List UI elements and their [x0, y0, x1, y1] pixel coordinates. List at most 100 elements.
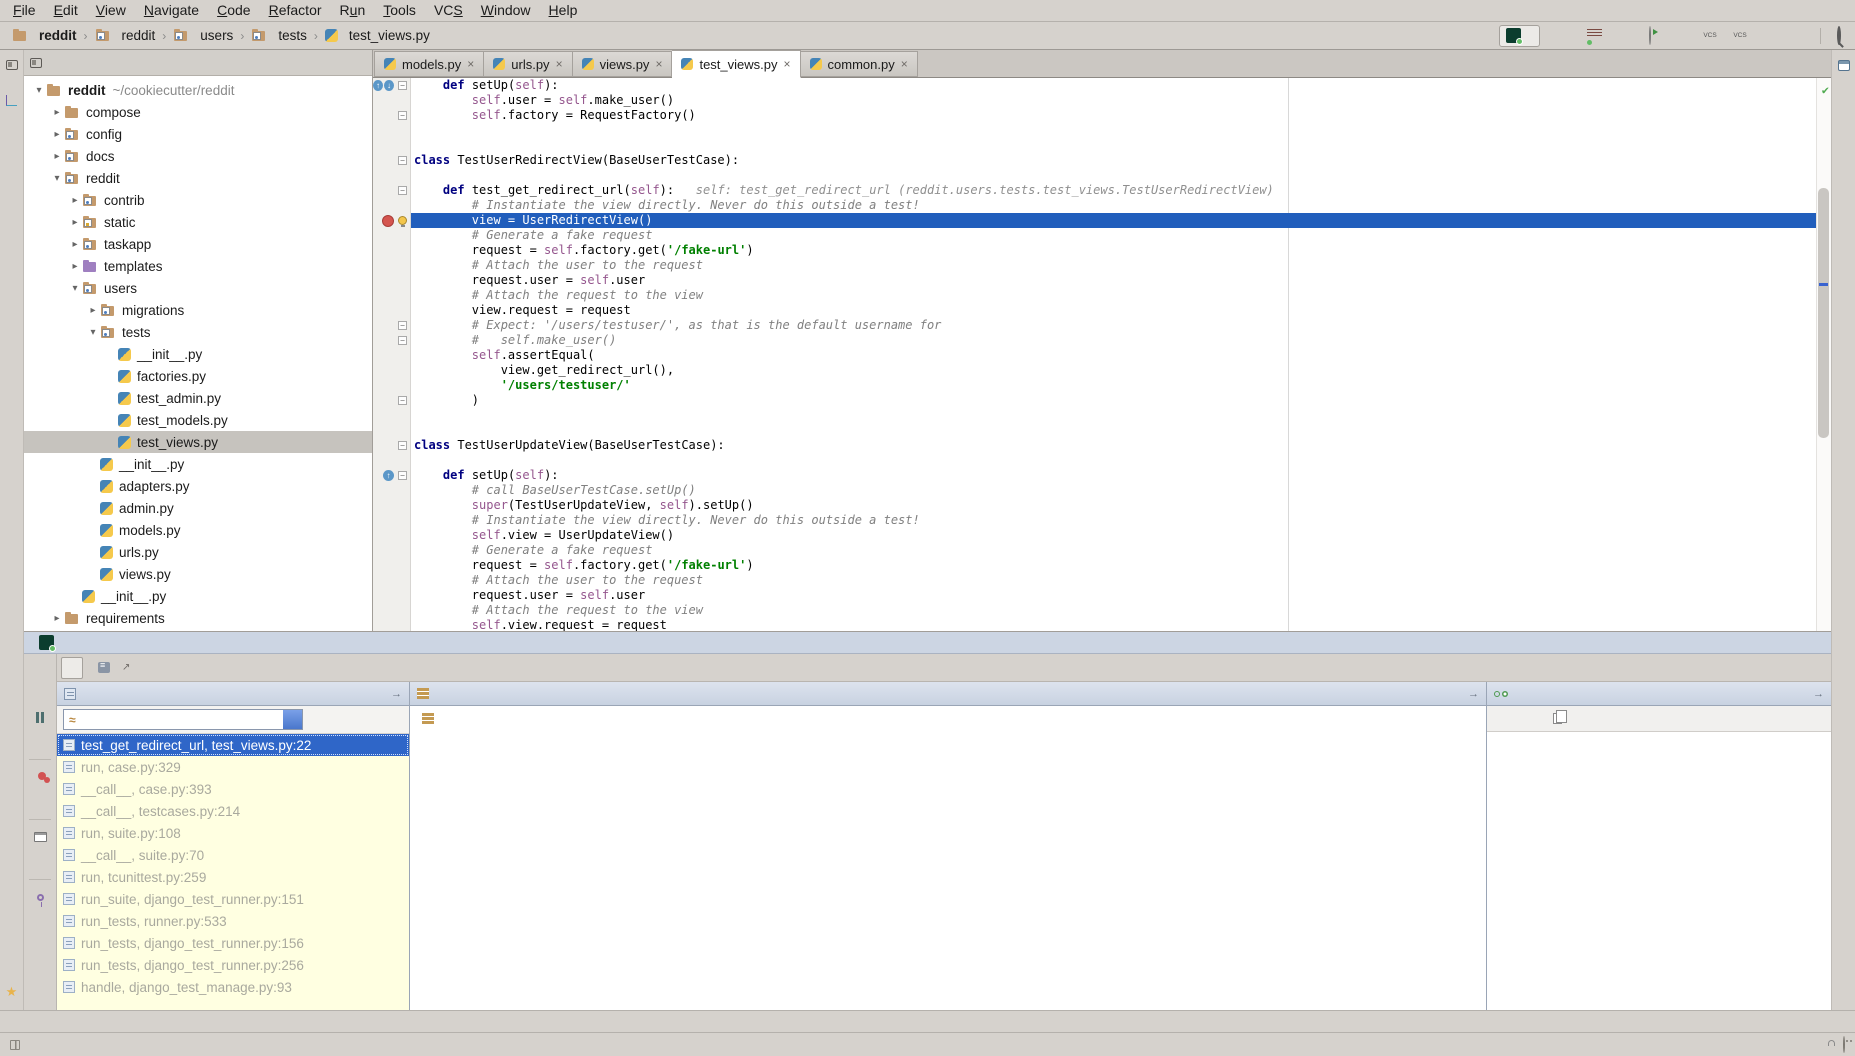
- gutter-marks[interactable]: [373, 138, 395, 153]
- gutter-marks[interactable]: [373, 543, 395, 558]
- tree-item-reddit[interactable]: ▾reddit~/cookiecutter/reddit: [24, 79, 372, 101]
- gutter-fold[interactable]: [395, 513, 411, 528]
- resume-icon[interactable]: [32, 684, 48, 700]
- gutter-fold[interactable]: −: [395, 393, 411, 408]
- vcs-commit-button[interactable]: VCS: [1730, 33, 1750, 39]
- fold-collapse-icon[interactable]: −: [398, 441, 407, 450]
- gutter-fold[interactable]: [395, 258, 411, 273]
- gutter-fold[interactable]: [395, 363, 411, 378]
- tree-item-users[interactable]: ▾users: [24, 277, 372, 299]
- sidebar-item-database[interactable]: [1838, 50, 1850, 86]
- close-tab-icon[interactable]: ×: [655, 57, 662, 71]
- copy-icon[interactable]: [1553, 713, 1562, 724]
- gutter-fold[interactable]: −: [395, 78, 411, 93]
- gutter-fold[interactable]: [395, 303, 411, 318]
- menu-run[interactable]: Run: [331, 0, 375, 21]
- debug-button[interactable]: [1580, 28, 1600, 44]
- toolwindow-toggle-icon[interactable]: [10, 1040, 20, 1050]
- code-line[interactable]: view = UserRedirectView(): [373, 213, 1831, 228]
- float-panel-icon[interactable]: →: [1468, 688, 1479, 700]
- tree-item-__init__.py[interactable]: __init__.py: [24, 343, 372, 365]
- gutter-fold[interactable]: [395, 243, 411, 258]
- gutter-marks[interactable]: ↑↓: [373, 78, 395, 93]
- editor-tab-models.py[interactable]: models.py×: [374, 51, 484, 77]
- gutter-marks[interactable]: [373, 483, 395, 498]
- gutter-marks[interactable]: [373, 603, 395, 618]
- variable-row[interactable]: [410, 706, 1486, 730]
- gutter-fold[interactable]: −: [395, 318, 411, 333]
- settings-gear-icon[interactable]: [32, 854, 48, 870]
- gutter-fold[interactable]: [395, 288, 411, 303]
- sidebar-item-project[interactable]: [6, 50, 18, 85]
- breadcrumb-item[interactable]: reddit: [91, 27, 160, 44]
- gutter-marks[interactable]: [373, 318, 395, 333]
- execution-stripe-mark[interactable]: [1819, 283, 1828, 286]
- tree-item-__init__.py[interactable]: __init__.py: [24, 585, 372, 607]
- gutter-marks[interactable]: [373, 348, 395, 363]
- breadcrumb-item[interactable]: reddit: [8, 27, 81, 44]
- tree-item-test_admin.py[interactable]: test_admin.py: [24, 387, 372, 409]
- tree-item-test_models.py[interactable]: test_models.py: [24, 409, 372, 431]
- gutter-fold[interactable]: [395, 138, 411, 153]
- frame-row[interactable]: run, case.py:329: [57, 756, 409, 778]
- menu-code[interactable]: Code: [208, 0, 259, 21]
- gutter-fold[interactable]: −: [395, 468, 411, 483]
- frame-row[interactable]: run_tests, runner.py:533: [57, 910, 409, 932]
- editor-tab-urls.py[interactable]: urls.py×: [484, 51, 572, 77]
- gutter-marks[interactable]: [373, 213, 395, 228]
- gutter-marks[interactable]: [373, 123, 395, 138]
- breadcrumb-item[interactable]: test_views.py: [321, 27, 434, 44]
- fold-collapse-icon[interactable]: −: [398, 321, 407, 330]
- sidebar-item-favorites[interactable]: ★: [6, 969, 18, 1010]
- menu-view[interactable]: View: [87, 0, 135, 21]
- view-breakpoints-icon[interactable]: [32, 769, 48, 785]
- frame-row[interactable]: __call__, case.py:393: [57, 778, 409, 800]
- float-panel-icon[interactable]: →: [391, 688, 402, 700]
- menu-vcs[interactable]: VCS: [425, 0, 472, 21]
- override-down-icon[interactable]: ↓: [384, 80, 394, 91]
- gutter-fold[interactable]: [395, 408, 411, 423]
- fold-collapse-icon[interactable]: −: [398, 471, 407, 480]
- code-editor[interactable]: ↑↓− def setUp(self): self.user = self.ma…: [373, 78, 1831, 631]
- fold-collapse-icon[interactable]: −: [398, 156, 407, 165]
- close-tab-icon[interactable]: ×: [556, 57, 563, 71]
- gutter-marks[interactable]: [373, 258, 395, 273]
- search-everywhere-button[interactable]: [1831, 28, 1847, 43]
- tree-item-contrib[interactable]: ▸contrib: [24, 189, 372, 211]
- gutter-fold[interactable]: −: [395, 438, 411, 453]
- inspection-ok-icon[interactable]: ✔: [1822, 83, 1829, 97]
- frame-row[interactable]: __call__, testcases.py:214: [57, 800, 409, 822]
- gutter-marks[interactable]: [373, 273, 395, 288]
- gutter-marks[interactable]: [373, 558, 395, 573]
- gutter-marks[interactable]: [373, 288, 395, 303]
- gutter-fold[interactable]: [395, 453, 411, 468]
- sidebar-item-structure[interactable]: [6, 85, 17, 121]
- frame-row[interactable]: run_suite, django_test_runner.py:151: [57, 888, 409, 910]
- fold-end-icon[interactable]: −: [398, 111, 407, 120]
- tree-item-static[interactable]: ▸static: [24, 211, 372, 233]
- override-up-icon[interactable]: ↑: [383, 470, 394, 481]
- gutter-marks[interactable]: [373, 183, 395, 198]
- tree-item-factories.py[interactable]: factories.py: [24, 365, 372, 387]
- gutter-marks[interactable]: [373, 108, 395, 123]
- gutter-marks[interactable]: [373, 438, 395, 453]
- menu-window[interactable]: Window: [472, 0, 540, 21]
- tree-item-reddit[interactable]: ▾reddit: [24, 167, 372, 189]
- breadcrumb-item[interactable]: users: [169, 27, 237, 44]
- gutter-marks[interactable]: [373, 423, 395, 438]
- tree-item-compose[interactable]: ▸compose: [24, 101, 372, 123]
- gutter-marks[interactable]: [373, 618, 395, 631]
- tab-debugger[interactable]: [61, 657, 83, 679]
- gutter-marks[interactable]: [373, 168, 395, 183]
- tree-item-requirements[interactable]: ▸requirements: [24, 607, 372, 629]
- tree-item-docs[interactable]: ▸docs: [24, 145, 372, 167]
- gutter-fold[interactable]: [395, 123, 411, 138]
- close-tab-icon[interactable]: ×: [784, 57, 791, 71]
- close-tab-icon[interactable]: ×: [901, 57, 908, 71]
- gutter-marks[interactable]: [373, 498, 395, 513]
- gutter-marks[interactable]: [373, 93, 395, 108]
- tree-item-config[interactable]: ▸config: [24, 123, 372, 145]
- fold-collapse-icon[interactable]: −: [398, 186, 407, 195]
- help-icon[interactable]: [32, 939, 48, 955]
- pause-icon[interactable]: [32, 709, 48, 725]
